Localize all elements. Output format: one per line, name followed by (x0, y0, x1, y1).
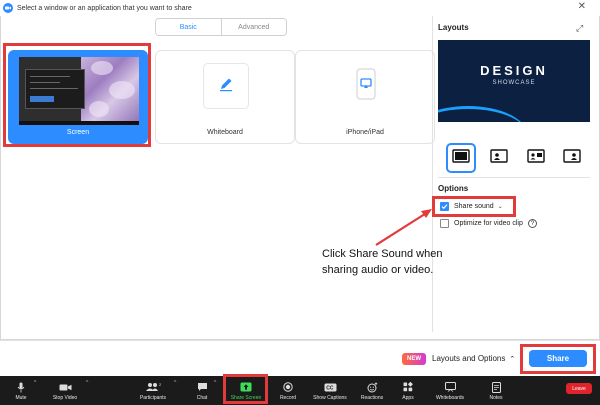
divider (438, 177, 590, 178)
svg-text:CC: CC (326, 385, 334, 391)
tab-basic[interactable]: Basic (156, 19, 222, 35)
new-badge: NEW (402, 353, 426, 365)
toolbar-whiteboards[interactable]: Whiteboards (430, 376, 470, 405)
whiteboards-icon (444, 381, 456, 394)
toolbar-record-label: Record (279, 394, 297, 401)
divider (432, 16, 433, 332)
options-title: Options (438, 184, 469, 193)
toolbar-participants[interactable]: 2 Participants (134, 376, 172, 405)
zoom-logo-icon (3, 3, 13, 13)
toolbar-show-captions-label: Show Captions (313, 394, 347, 401)
toolbar-apps[interactable]: Apps (398, 376, 418, 405)
optimize-video-checkbox[interactable] (440, 219, 449, 228)
layouts-title: Layouts (438, 23, 469, 32)
optimize-video-option[interactable]: Optimize for video clip ? (440, 219, 537, 228)
expand-icon[interactable]: ⤢ (576, 23, 583, 34)
chevron-up-icon: ⌃ (509, 355, 516, 363)
toolbar-stop-video[interactable]: Stop Video (48, 376, 82, 405)
title-bar: Select a window or an application that y… (0, 0, 600, 16)
layout-presenter-right[interactable] (557, 143, 587, 173)
chevron-up-icon[interactable]: ^ (86, 380, 88, 386)
highlight-screen-card (3, 43, 151, 147)
participants-icon: 2 (145, 381, 161, 394)
toolbar-reactions-label: Reactions (360, 394, 384, 401)
layout-side-by-side[interactable] (521, 143, 551, 173)
chevron-up-icon[interactable]: ^ (34, 380, 36, 386)
layouts-and-options-label: Layouts and Options (432, 354, 506, 363)
record-icon (283, 381, 293, 394)
phone-cast-icon (355, 68, 377, 105)
window-title: Select a window or an application that y… (17, 4, 192, 12)
share-option-whiteboard[interactable]: Whiteboard (155, 50, 295, 144)
layout-fullscreen-icon (452, 148, 470, 168)
toolbar-record[interactable]: Record (276, 376, 300, 405)
share-option-iphone-ipad-label: iPhone/iPad (346, 129, 384, 136)
annotation-text: Click Share Sound when sharing audio or … (322, 248, 443, 276)
layout-presenter-corner[interactable] (484, 143, 514, 173)
toolbar-chat[interactable]: Chat (192, 376, 212, 405)
highlight-share-screen (223, 374, 268, 404)
video-camera-icon (59, 381, 72, 394)
chevron-up-icon[interactable]: ^ (174, 380, 176, 386)
toolbar-mute-label: Mute (15, 394, 27, 401)
cc-icon: CC (324, 381, 337, 394)
tab-advanced[interactable]: Advanced (221, 19, 286, 35)
layout-preview: DESIGN SHOWCASE (438, 40, 590, 132)
toolbar-show-captions[interactable]: CC Show Captions (308, 376, 352, 405)
toolbar-stop-video-label: Stop Video (52, 394, 78, 401)
toolbar-reactions[interactable]: Reactions (358, 376, 386, 405)
tab-switcher: Basic Advanced (155, 18, 287, 36)
layout-content-only[interactable] (446, 143, 476, 173)
chevron-up-icon[interactable]: ^ (214, 380, 216, 386)
participants-count: 2 (159, 382, 161, 387)
meeting-toolbar: Mute ^ Stop Video ^ 2 Participants ^ Cha… (0, 376, 600, 405)
reactions-icon (367, 381, 378, 394)
share-option-iphone-ipad[interactable]: iPhone/iPad (295, 50, 435, 144)
pen-icon (217, 75, 235, 98)
notes-icon (491, 381, 501, 394)
layout-side-icon (527, 148, 545, 168)
toolbar-participants-label: Participants (139, 394, 167, 401)
divider (0, 340, 600, 341)
toolbar-notes-label: Notes (489, 394, 503, 401)
toolbar-notes[interactable]: Notes (484, 376, 508, 405)
optimize-video-label: Optimize for video clip (454, 220, 523, 227)
layouts-and-options-toggle[interactable]: Layouts and Options ⌃ (432, 354, 515, 363)
help-icon[interactable]: ? (527, 219, 537, 228)
share-option-whiteboard-label: Whiteboard (207, 129, 243, 136)
chat-icon (197, 381, 208, 394)
preview-subtitle: SHOWCASE (492, 80, 536, 86)
apps-icon (403, 381, 413, 394)
toolbar-apps-label: Apps (402, 394, 414, 401)
layout-right-icon (563, 148, 581, 168)
whiteboard-tile (203, 63, 249, 109)
toolbar-mute[interactable]: Mute (10, 376, 32, 405)
iphone-tile (343, 63, 389, 109)
microphone-icon (17, 381, 25, 394)
toolbar-chat-label: Chat (196, 394, 208, 401)
close-icon[interactable]: ✕ (578, 2, 586, 12)
leave-button[interactable]: Leave (566, 383, 592, 394)
highlight-share-button (520, 344, 596, 374)
preview-headline: DESIGN (480, 63, 548, 78)
layout-corner-icon (490, 148, 508, 168)
highlight-share-sound (432, 196, 516, 217)
toolbar-whiteboards-label: Whiteboards (435, 394, 465, 401)
